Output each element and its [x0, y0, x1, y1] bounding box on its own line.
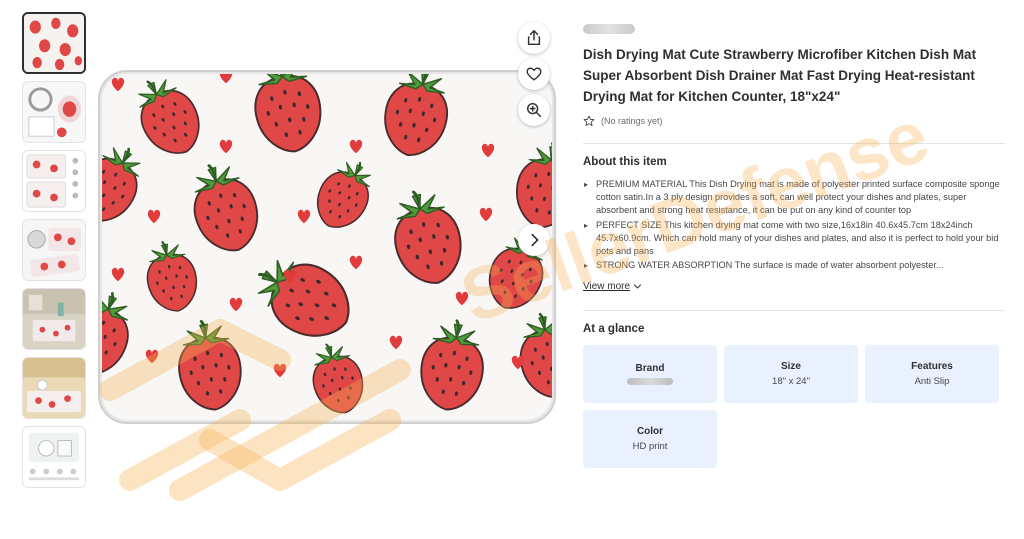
seller-name-redacted: [583, 24, 635, 34]
ratings-text: (No ratings yet): [601, 116, 663, 126]
thumbnail-3-image: [23, 151, 85, 211]
favorite-button[interactable]: [518, 58, 550, 90]
about-bullets: PREMIUM MATERIAL This Dish Drying mat is…: [583, 178, 1005, 273]
thumbnail-5-image: [23, 289, 85, 349]
view-more-label: View more: [583, 281, 631, 293]
thumbnail-3[interactable]: [22, 150, 86, 212]
glance-grid: Brand Size 18" x 24" Features Anti Slip …: [583, 345, 1005, 469]
star-outline-icon: [583, 115, 595, 126]
thumbnail-1[interactable]: [22, 12, 86, 74]
ratings-row[interactable]: (No ratings yet): [583, 115, 1005, 127]
thumbnail-7[interactable]: [22, 426, 86, 488]
thumbnail-6[interactable]: [22, 357, 86, 419]
thumbnail-strip: [22, 12, 88, 495]
glance-value: 18" x 24": [772, 376, 810, 388]
share-button[interactable]: [518, 22, 550, 54]
chevron-down-icon: [634, 284, 642, 289]
product-title: Dish Drying Mat Cute Strawberry Microfib…: [583, 47, 977, 104]
about-bullet-absorption: STRONG WATER ABSORPTION The surface is m…: [583, 259, 1005, 272]
thumbnail-4[interactable]: [22, 219, 86, 281]
next-image-button[interactable]: [518, 224, 550, 256]
thumbnail-1-image: [24, 14, 84, 72]
glance-card-color: Color HD print: [583, 410, 717, 469]
zoom-in-icon: [526, 102, 542, 118]
glance-label: Brand: [635, 363, 665, 375]
about-heading: About this item: [583, 156, 667, 168]
thumbnail-2-image: [23, 82, 85, 142]
view-more-link[interactable]: View more: [583, 281, 642, 292]
thumbnail-7-image: [23, 427, 85, 487]
main-product-image: [96, 12, 562, 532]
about-bullet-size: PERFECT SIZE This kitchen drying mat com…: [583, 219, 1005, 259]
brand-value-redacted: [627, 378, 673, 386]
glance-heading: At a glance: [583, 323, 645, 336]
thumbnail-6-image: [23, 358, 85, 418]
about-bullet-material: PREMIUM MATERIAL This Dish Drying mat is…: [583, 178, 1005, 218]
zoom-button[interactable]: [518, 94, 550, 126]
glance-label: Features: [911, 361, 953, 373]
strawberry-mat-image: [98, 70, 556, 424]
glance-card-brand: Brand: [583, 345, 717, 404]
glance-card-size: Size 18" x 24": [724, 345, 858, 404]
heart-icon: [526, 67, 542, 81]
glance-label: Size: [780, 361, 801, 373]
share-icon: [527, 30, 541, 46]
glance-value: HD print: [632, 441, 668, 453]
chevron-right-icon: [531, 233, 539, 247]
glance-label: Color: [636, 426, 664, 438]
divider: [583, 143, 1005, 144]
glance-value: Anti Slip: [914, 376, 950, 388]
thumbnail-5[interactable]: [22, 288, 86, 350]
thumbnail-4-image: [23, 220, 85, 280]
thumbnail-2[interactable]: [22, 81, 86, 143]
product-info: Dish Drying Mat Cute Strawberry Microfib…: [583, 24, 1005, 469]
divider: [583, 310, 1005, 312]
glance-card-features: Features Anti Slip: [865, 345, 999, 404]
